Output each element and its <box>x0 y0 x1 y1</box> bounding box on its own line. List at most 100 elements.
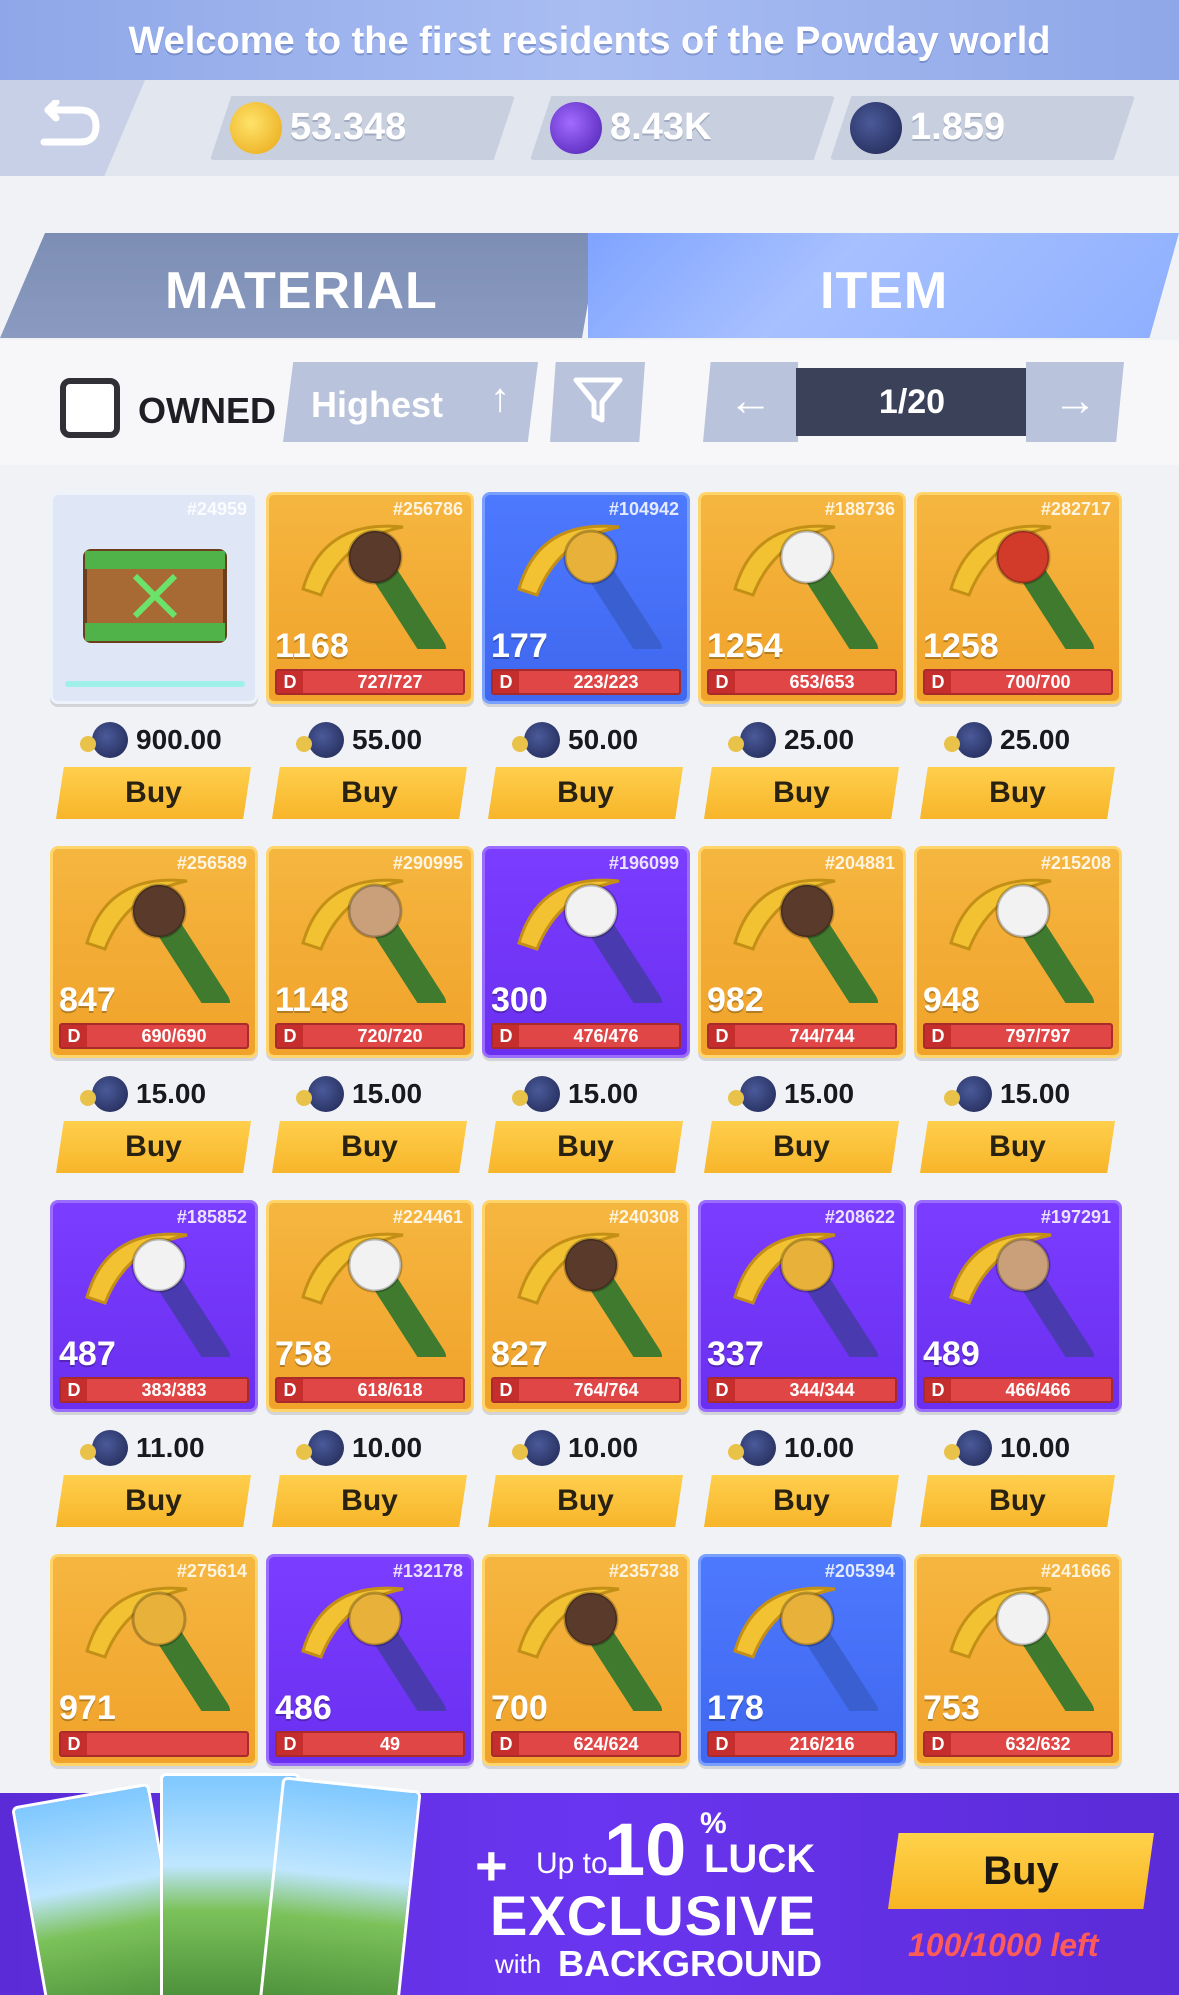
item-power: 1254 <box>707 627 783 665</box>
durability-value: 476/476 <box>573 1026 639 1046</box>
durability-value: 216/216 <box>789 1734 855 1754</box>
item-card[interactable]: #196099 300 D 476/476 <box>482 846 690 1058</box>
buy-button[interactable]: Buy <box>704 1121 899 1173</box>
sort-value: Highest <box>311 384 444 425</box>
item-power: 1148 <box>275 981 349 1019</box>
item-card[interactable]: #132178 486 D 49 <box>266 1554 474 1766</box>
item-card[interactable]: #256786 1168 D 727/727 <box>266 492 474 704</box>
buy-button[interactable]: Buy <box>920 1121 1115 1173</box>
sol-token-icon <box>296 1430 344 1466</box>
durability-value: 618/618 <box>357 1380 423 1400</box>
buy-button[interactable]: Buy <box>488 1121 683 1173</box>
promo-stock-left: 100/1000 left <box>908 1927 1099 1963</box>
item-card[interactable]: #256589 847 D 690/690 <box>50 846 258 1058</box>
durability-badge: D <box>709 1733 735 1755</box>
item-card[interactable]: #104942 177 D 223/223 <box>482 492 690 704</box>
item-card[interactable]: #275614 971 D <box>50 1554 258 1766</box>
top-bar: 53.348 8.43K 1.859 <box>0 80 1179 176</box>
item-card[interactable]: #215208 948 D 797/797 <box>914 846 1122 1058</box>
item-card[interactable]: #24959 <box>50 492 258 704</box>
item-price-value: 55.00 <box>352 724 423 755</box>
sol-token-icon <box>944 1076 992 1112</box>
buy-button[interactable]: Buy <box>56 767 251 819</box>
buy-button[interactable]: Buy <box>56 1121 251 1173</box>
background-art-preview <box>11 1753 422 1995</box>
durability-badge: D <box>61 1025 87 1047</box>
e-gem-icon <box>550 102 602 154</box>
item-power: 700 <box>491 1689 548 1727</box>
item-power: 827 <box>491 1335 548 1373</box>
durability-badge: D <box>925 1025 951 1047</box>
gold-balance: 53.348 <box>210 96 515 160</box>
buy-button[interactable]: Buy <box>272 1121 467 1173</box>
buy-button[interactable]: Buy <box>272 1475 467 1527</box>
item-price-value: 900.00 <box>136 724 222 755</box>
item-card[interactable]: #188736 1254 D 653/653 <box>698 492 906 704</box>
durability-bar: D 727/727 <box>275 669 465 695</box>
item-card[interactable]: #290995 1148 D 720/720 <box>266 846 474 1058</box>
promo-with: with <box>495 1949 542 1979</box>
item-card[interactable]: #205394 178 D 216/216 <box>698 1554 906 1766</box>
crate-icon <box>83 549 227 643</box>
item-card[interactable]: #208622 337 D 344/344 <box>698 1200 906 1412</box>
sol-token-icon <box>944 722 992 758</box>
durability-bar: D 744/744 <box>707 1023 897 1049</box>
durability-badge: D <box>925 671 951 693</box>
tab-item-label: ITEM <box>820 262 949 320</box>
durability-value: 466/466 <box>1005 1380 1071 1400</box>
item-card[interactable]: #240308 827 D 764/764 <box>482 1200 690 1412</box>
item-card[interactable]: #241666 753 D 632/632 <box>914 1554 1122 1766</box>
tab-material[interactable]: MATERIAL <box>0 233 600 338</box>
sol-balance-value: 1.859 <box>910 106 1006 148</box>
durability-badge: D <box>493 671 519 693</box>
sol-token-icon <box>296 722 344 758</box>
buy-button[interactable]: Buy <box>272 767 467 819</box>
owned-checkbox[interactable] <box>60 378 120 438</box>
next-page-button[interactable]: → <box>1026 362 1124 442</box>
buy-button[interactable]: Buy <box>704 767 899 819</box>
category-tabs: MATERIAL ITEM <box>0 233 1179 338</box>
durability-value: 764/764 <box>573 1380 639 1400</box>
sol-balance: 1.859 <box>830 96 1135 160</box>
prev-page-button[interactable]: ← <box>703 362 798 442</box>
buy-button[interactable]: Buy <box>488 767 683 819</box>
promo-buy-button[interactable]: Buy <box>888 1833 1154 1909</box>
item-card[interactable]: #282717 1258 D 700/700 <box>914 492 1122 704</box>
tab-material-label: MATERIAL <box>165 262 438 320</box>
durability-badge: D <box>709 1025 735 1047</box>
buy-button[interactable]: Buy <box>488 1475 683 1527</box>
buy-button[interactable]: Buy <box>56 1475 251 1527</box>
durability-value: 223/223 <box>573 672 639 692</box>
item-price-value: 50.00 <box>568 724 639 755</box>
item-power: 948 <box>923 981 980 1019</box>
durability-bar: D 223/223 <box>491 669 681 695</box>
item-power: 1258 <box>923 627 999 665</box>
buy-button[interactable]: Buy <box>920 1475 1115 1527</box>
filter-button[interactable] <box>550 362 645 442</box>
item-card[interactable]: #185852 487 D 383/383 <box>50 1200 258 1412</box>
sort-select[interactable]: Highest ↑ <box>283 362 538 442</box>
item-price-value: 10.00 <box>352 1432 423 1463</box>
buy-button[interactable]: Buy <box>920 767 1115 819</box>
item-price-value: 10.00 <box>1000 1432 1071 1463</box>
item-card[interactable]: #197291 489 D 466/466 <box>914 1200 1122 1412</box>
item-card[interactable]: #235738 700 D 624/624 <box>482 1554 690 1766</box>
durability-value: 797/797 <box>1005 1026 1071 1046</box>
durability-value: 744/744 <box>789 1026 855 1046</box>
back-button[interactable] <box>0 80 145 176</box>
durability-value: 383/383 <box>141 1380 207 1400</box>
filter-toolbar: OWNED Highest ↑ ← 1/20 → <box>0 340 1179 465</box>
durability-bar: D 797/797 <box>923 1023 1113 1049</box>
welcome-banner: Welcome to the first residents of the Po… <box>0 0 1179 80</box>
item-card[interactable]: #224461 758 D 618/618 <box>266 1200 474 1412</box>
item-power: 971 <box>59 1689 116 1727</box>
sol-token-icon <box>512 1430 560 1466</box>
item-card[interactable]: #204881 982 D 744/744 <box>698 846 906 1058</box>
item-id: #24959 <box>186 499 247 519</box>
durability-bar: D 690/690 <box>59 1023 249 1049</box>
sol-token-icon <box>728 1076 776 1112</box>
filter-icon <box>573 377 623 423</box>
buy-button[interactable]: Buy <box>704 1475 899 1527</box>
promo-background: BACKGROUND <box>558 1943 822 1984</box>
tab-item[interactable]: ITEM <box>588 233 1179 338</box>
